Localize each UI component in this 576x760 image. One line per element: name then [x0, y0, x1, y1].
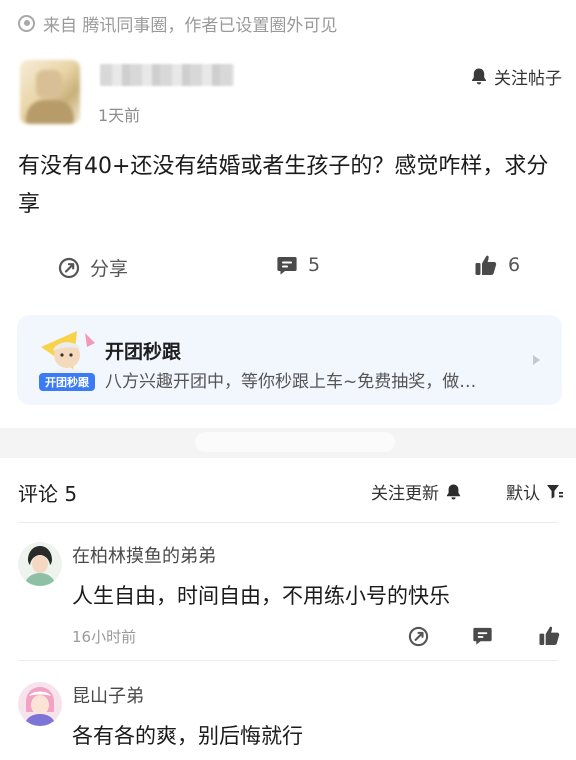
post-content: 有没有40+还没有结婚或者生孩子的？感觉咋样，求分享 — [18, 154, 549, 217]
commenter-avatar[interactable] — [18, 682, 62, 726]
thumbs-up-icon — [474, 254, 498, 276]
bell-icon — [445, 483, 462, 501]
comment-time: 16小时前 — [72, 628, 137, 646]
divider — [18, 522, 558, 523]
promo-title: 开团秒跟 — [105, 341, 182, 363]
comment-count: 5 — [308, 254, 321, 276]
divider — [18, 660, 558, 661]
comment-text: 各有各的爽，别后悔就行 — [72, 724, 303, 748]
comments-header: 评论 5 关注更新 默认 — [18, 476, 564, 506]
comment-icon — [276, 255, 298, 276]
commenter-avatar[interactable] — [18, 542, 62, 586]
author-name-redacted[interactable] — [100, 64, 234, 86]
commenter-name[interactable]: 昆山子弟 — [72, 682, 144, 708]
sort-filter-icon — [546, 484, 564, 500]
like-button[interactable]: 6 — [474, 254, 520, 276]
follow-updates-button[interactable]: 关注更新 — [371, 479, 462, 504]
share-icon[interactable] — [408, 626, 429, 647]
thumbs-up-icon[interactable] — [538, 625, 561, 646]
bell-icon — [470, 67, 488, 86]
follow-update-label: 关注更新 — [371, 484, 439, 504]
commenter-name[interactable]: 在柏林摸鱼的弟弟 — [72, 542, 216, 568]
sort-dropdown[interactable]: 默认 — [506, 479, 564, 504]
comments-title: 评论 5 — [18, 482, 78, 506]
post-source: 来自 腾讯同事圈，作者已设置圈外可见 — [18, 10, 337, 36]
promo-description: 八方兴趣开团中，等你秒跟上车~免费抽奖，做… — [105, 372, 477, 392]
circle-dot-icon — [18, 14, 35, 32]
sort-label: 默认 — [506, 484, 540, 504]
group-buy-promo-card[interactable]: 开团秒跟 开团秒跟 八方兴趣开团中，等你秒跟上车~免费抽奖，做… — [17, 315, 562, 405]
share-icon — [58, 257, 80, 279]
author-avatar[interactable] — [20, 60, 80, 124]
post-author-row: 1天前 关注帖子 — [18, 58, 566, 132]
promo-badge-text: 开团秒跟 — [45, 375, 90, 389]
promo-mascot-icon: 开团秒跟 — [37, 329, 109, 393]
section-divider — [0, 428, 576, 458]
post-time: 1天前 — [98, 106, 141, 125]
share-button[interactable]: 分享 — [58, 254, 128, 281]
follow-post-button[interactable]: 关注帖子 — [470, 64, 562, 89]
source-text: 来自 腾讯同事圈，作者已设置圈外可见 — [43, 15, 338, 36]
share-label: 分享 — [90, 258, 129, 280]
follow-post-label: 关注帖子 — [494, 69, 562, 89]
comment-text: 人生自由，时间自由，不用练小号的快乐 — [72, 584, 450, 608]
comment-button[interactable]: 5 — [276, 254, 320, 276]
chevron-right-icon — [533, 355, 540, 365]
reply-icon[interactable] — [472, 626, 493, 646]
post-action-bar: 分享 5 6 — [0, 250, 576, 286]
like-count: 6 — [508, 254, 521, 276]
